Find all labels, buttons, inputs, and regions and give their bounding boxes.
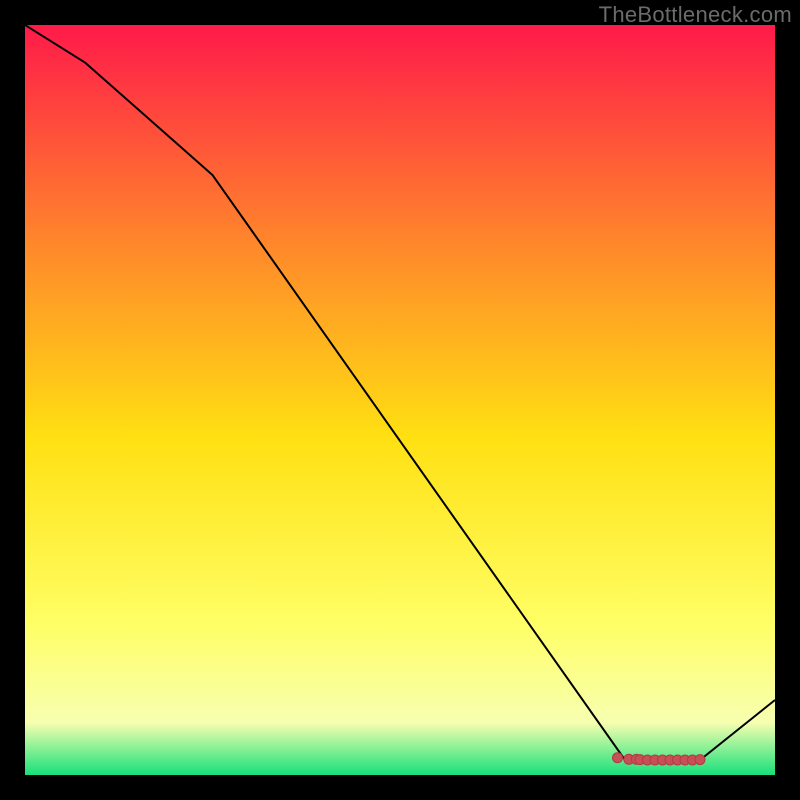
gradient-background xyxy=(25,25,775,775)
plot-svg xyxy=(25,25,775,775)
plot-area xyxy=(25,25,775,775)
marker-point xyxy=(695,755,705,765)
chart-frame: TheBottleneck.com xyxy=(0,0,800,800)
marker-point xyxy=(613,753,623,763)
